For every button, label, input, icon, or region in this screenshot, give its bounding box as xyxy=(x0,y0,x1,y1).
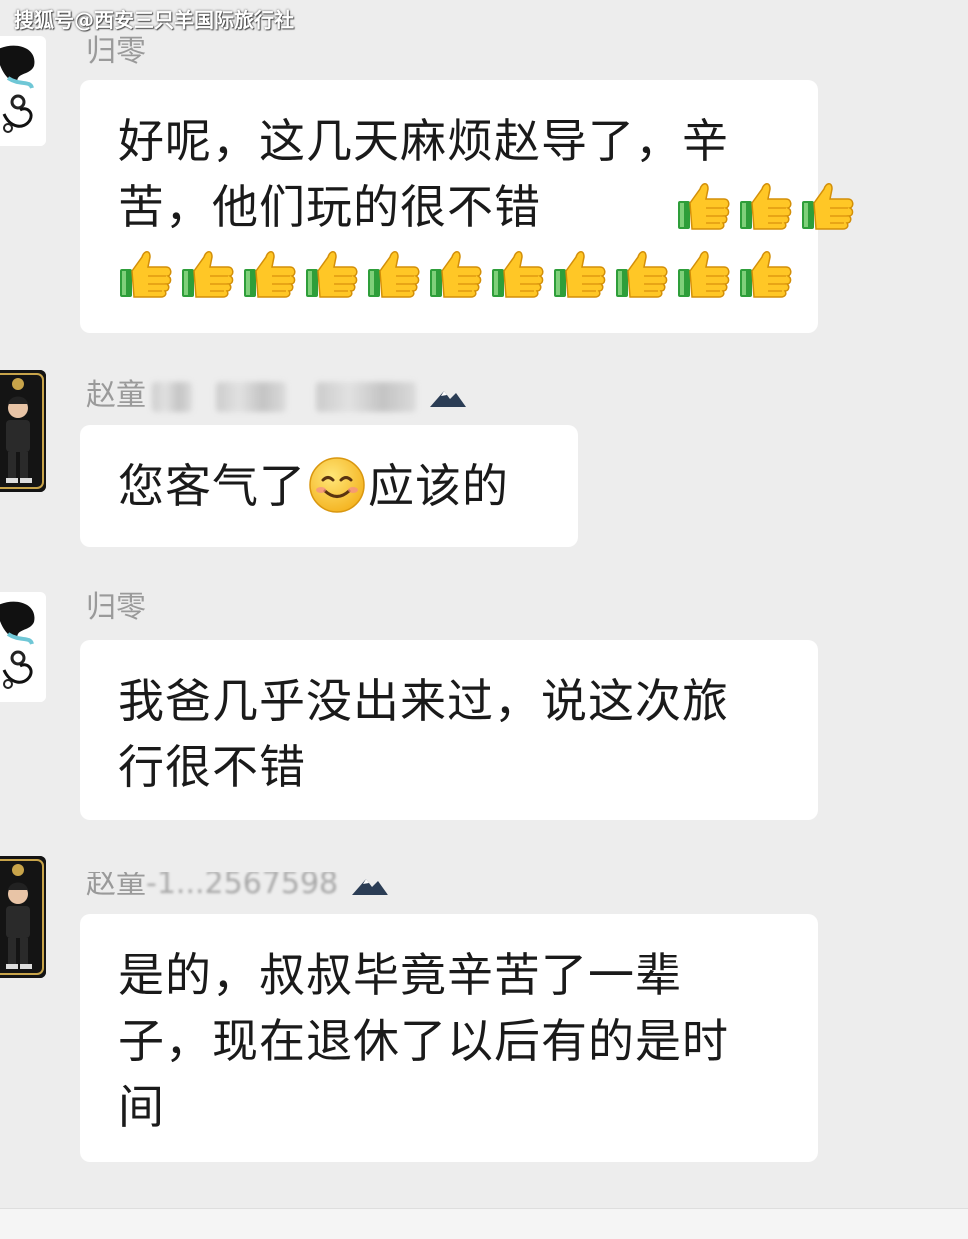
thumbs-up-trailing xyxy=(676,174,862,240)
message-bubble-2[interactable]: 您客气了 应该的 xyxy=(80,425,578,547)
sender-name-text: 赵童 xyxy=(86,866,146,901)
avatar-guiling-image xyxy=(0,592,46,702)
thumbs-up-icon xyxy=(244,251,296,298)
thumbs-up-icon xyxy=(430,251,482,298)
avatar-guiling[interactable] xyxy=(0,592,46,702)
input-bar[interactable] xyxy=(0,1208,968,1239)
avatar-zhaotong-image xyxy=(0,856,46,978)
thumbs-up-icon xyxy=(492,251,544,298)
mountain-icon xyxy=(429,390,466,407)
message-text-2b: 应该的 xyxy=(368,459,509,513)
thumbs-up-icon xyxy=(120,251,172,298)
avatar-zhaotong[interactable] xyxy=(0,370,46,492)
thumbs-up-icon xyxy=(368,251,420,298)
redacted-blur xyxy=(152,381,192,412)
message-bubble-3[interactable]: 我爸几乎没出来过，说这次旅 行很不错 xyxy=(80,640,818,820)
thumbs-up-icon xyxy=(678,183,730,230)
message-bubble-4[interactable]: 是的，叔叔毕竟辛苦了一辈 子，现在退休了以后有的是时 间 xyxy=(80,914,818,1162)
thumbs-up-row xyxy=(118,242,800,308)
message-bubble-1[interactable]: 好呢，这几天麻烦赵导了，辛 苦，他们玩的很不错 xyxy=(80,80,854,333)
sender-name: 归零 xyxy=(86,590,146,625)
avatar-zhaotong-image xyxy=(0,370,46,492)
thumbs-up-icon xyxy=(182,251,234,298)
avatar-guiling-image xyxy=(0,36,46,146)
thumbs-up-icon xyxy=(740,251,792,298)
message-text-4: 是的，叔叔毕竟辛苦了一辈 子，现在退休了以后有的是时 间 xyxy=(118,948,729,1134)
avatar-guiling[interactable] xyxy=(0,36,46,146)
sender-name: 赵童 xyxy=(86,378,466,414)
sender-name: 赵童-1...2567598 xyxy=(86,866,388,902)
message-text-3: 我爸几乎没出来过，说这次旅 行很不错 xyxy=(118,674,729,794)
thumbs-up-icon xyxy=(616,251,668,298)
redacted-blur xyxy=(216,381,286,412)
avatar-zhaotong[interactable] xyxy=(0,856,46,978)
thumbs-up-icon xyxy=(678,251,730,298)
smiling-face-icon xyxy=(309,457,365,513)
thumbs-up-icon xyxy=(306,251,358,298)
mountain-icon xyxy=(351,878,388,895)
sender-phone-partial: -1...2567598 xyxy=(146,866,339,901)
message-text-1: 好呢，这几天麻烦赵导了，辛 苦，他们玩的很不错 xyxy=(118,114,729,234)
watermark: 搜狐号@西安三只羊国际旅行社 xyxy=(14,8,294,32)
redacted-blur xyxy=(316,381,416,412)
sender-name-text: 赵童 xyxy=(86,378,146,413)
thumbs-up-icon xyxy=(554,251,606,298)
message-text-2a: 您客气了 xyxy=(118,459,306,513)
thumbs-up-icon xyxy=(740,183,792,230)
sender-name: 归零 xyxy=(86,34,146,69)
thumbs-up-icon xyxy=(802,183,854,230)
